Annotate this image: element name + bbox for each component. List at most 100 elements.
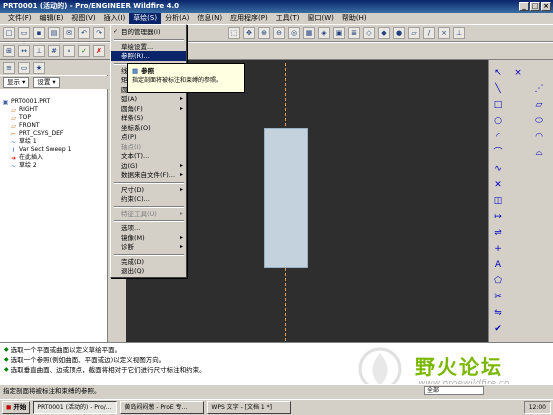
menu-help[interactable]: 帮助(H) bbox=[338, 13, 371, 24]
sketch-menu-item[interactable]: 边(G) ▸ bbox=[111, 161, 186, 171]
minimize-button[interactable]: _ bbox=[519, 2, 529, 11]
slanted-rect-icon[interactable]: ▱ bbox=[534, 100, 544, 110]
maximize-button[interactable]: □ bbox=[530, 2, 540, 11]
ellipse-icon[interactable]: ⬭ bbox=[534, 116, 544, 126]
arc-icon[interactable]: ◜ bbox=[493, 132, 503, 142]
sketch-menu-item[interactable]: 圆角(F) ▸ bbox=[111, 104, 186, 114]
sketch-menu-item[interactable]: 镜像(M) ▸ bbox=[111, 233, 186, 243]
tree-item[interactable]: ⌐ PRT_CSYS_DEF bbox=[2, 130, 106, 138]
save-icon[interactable]: ▪ bbox=[33, 27, 45, 39]
csys-toggle-icon[interactable]: ⊥ bbox=[453, 27, 465, 39]
sketch-menu-item[interactable]: ✓ 目的管理器(I) bbox=[111, 27, 186, 37]
star-icon[interactable]: ★ bbox=[33, 61, 45, 74]
dims-display-icon[interactable]: ↔ bbox=[18, 45, 30, 57]
tree-item[interactable]: ~ 草绘 1 bbox=[2, 138, 106, 146]
menu-view[interactable]: 视图(V) bbox=[67, 13, 99, 24]
new-file-icon[interactable]: □ bbox=[3, 27, 15, 39]
sketch-menu-item[interactable]: 坐标系(O) bbox=[111, 123, 186, 133]
mirror-icon[interactable]: ⇋ bbox=[493, 308, 503, 318]
spline-icon[interactable]: ∿ bbox=[493, 164, 503, 174]
sketch-menu-item[interactable]: 完成(D) bbox=[111, 257, 186, 267]
sketch-menu-item[interactable]: 样条(S) bbox=[111, 113, 186, 123]
rectangle-icon[interactable]: □ bbox=[493, 100, 503, 110]
redo-icon[interactable]: ↷ bbox=[93, 27, 105, 39]
cancel-x-icon[interactable]: ✗ bbox=[93, 45, 105, 57]
tree-item[interactable]: ▱ FRONT bbox=[2, 122, 106, 130]
constraint-icon[interactable]: + bbox=[493, 244, 503, 254]
pan-icon[interactable]: ✥ bbox=[243, 27, 255, 39]
select-arrow-icon[interactable]: ↖ bbox=[493, 68, 503, 78]
modify-icon[interactable]: ⇌ bbox=[493, 228, 503, 238]
use-edge-icon[interactable]: ◫ bbox=[493, 196, 503, 206]
start-button[interactable]: ◼ 开始 bbox=[2, 401, 31, 414]
sketch-menu-item[interactable]: 诊断 ▸ bbox=[111, 242, 186, 252]
repaint-icon[interactable]: ▦ bbox=[303, 27, 315, 39]
zoom-out-icon[interactable]: ⊖ bbox=[273, 27, 285, 39]
menu-applications[interactable]: 应用程序(P) bbox=[226, 13, 272, 24]
trim-icon[interactable]: ✂ bbox=[493, 292, 503, 302]
sketch-menu-item[interactable]: 点(P) bbox=[111, 132, 186, 142]
concentric-arc-icon[interactable]: ◠ bbox=[534, 132, 544, 142]
mail-icon[interactable]: ✉ bbox=[63, 27, 75, 39]
sketch-menu-item[interactable]: 尺寸(D) ▸ bbox=[111, 185, 186, 195]
menu-window[interactable]: 窗口(W) bbox=[304, 13, 338, 24]
taskbar-task[interactable]: PRT0001 (活动的) - Pro/... bbox=[33, 401, 118, 414]
tree-item[interactable]: ▱ RIGHT bbox=[2, 106, 106, 114]
sketch-menu-item[interactable]: 数据来自文件(F)... ▸ bbox=[111, 170, 186, 180]
taskbar-task[interactable]: WPS 文字 - [文档 1 *] bbox=[207, 401, 292, 414]
datum-axis-toggle-icon[interactable]: / bbox=[423, 27, 435, 39]
done-check-icon[interactable]: ✔ bbox=[493, 324, 503, 334]
close-button[interactable]: × bbox=[541, 2, 551, 11]
text-tool-icon[interactable]: A bbox=[493, 260, 503, 270]
centerline-icon[interactable]: ⋰ bbox=[534, 84, 544, 94]
folder-icon[interactable]: ▭ bbox=[18, 61, 30, 74]
csys-tool-icon[interactable]: ✕ bbox=[493, 180, 503, 190]
selection-filter[interactable]: 全部 bbox=[424, 386, 484, 395]
sketch-menu-item[interactable]: 参照(R)... bbox=[111, 51, 186, 61]
tree-item[interactable]: ➔ 在此插入 bbox=[2, 154, 106, 162]
dimension-icon[interactable]: ↦ bbox=[493, 212, 503, 222]
taskbar-task[interactable]: 黄岛闷闷葱 - ProE 专... bbox=[120, 401, 205, 414]
show-dropdown[interactable]: 显示 ▾ bbox=[3, 77, 30, 88]
datum-point-toggle-icon[interactable]: × bbox=[438, 27, 450, 39]
wireframe-icon[interactable]: ◇ bbox=[363, 27, 375, 39]
menu-analysis[interactable]: 分析(A) bbox=[161, 13, 193, 24]
tree-item[interactable]: ⌇ Var Sect Sweep 1 bbox=[2, 146, 106, 154]
tree-item[interactable]: ▣ PRT0001.PRT bbox=[2, 98, 106, 106]
point-icon[interactable]: × bbox=[513, 68, 523, 78]
sketch-menu-item[interactable]: 草绘设置... bbox=[111, 42, 186, 52]
datum-plane-toggle-icon[interactable]: ▱ bbox=[408, 27, 420, 39]
menu-insert[interactable]: 插入(I) bbox=[100, 13, 130, 24]
menu-sketch[interactable]: 草绘(S) bbox=[129, 13, 162, 24]
vertex-display-icon[interactable]: ∘ bbox=[63, 45, 75, 57]
shading-icon[interactable]: ● bbox=[393, 27, 405, 39]
menu-edit[interactable]: 编辑(E) bbox=[36, 13, 68, 24]
circle-icon[interactable]: ○ bbox=[493, 116, 503, 126]
line-icon[interactable]: ╲ bbox=[493, 84, 503, 94]
saved-views-icon[interactable]: ▣ bbox=[333, 27, 345, 39]
sketch-menu-item[interactable]: 选项... bbox=[111, 223, 186, 233]
elliptical-fillet-icon[interactable]: ⌓ bbox=[534, 148, 544, 158]
open-file-icon[interactable]: ▭ bbox=[18, 27, 30, 39]
select-box-icon[interactable]: ⬚ bbox=[228, 27, 240, 39]
hidden-line-icon[interactable]: ◆ bbox=[378, 27, 390, 39]
tree-item[interactable]: ~ 草绘 2 bbox=[2, 162, 106, 170]
grid-display-icon[interactable]: # bbox=[48, 45, 60, 57]
menu-tools[interactable]: 工具(T) bbox=[272, 13, 304, 24]
tree-icon[interactable]: ≡ bbox=[3, 61, 15, 74]
orient-icon[interactable]: ◈ bbox=[318, 27, 330, 39]
fillet-icon[interactable]: ⌒ bbox=[493, 148, 503, 158]
constraints-display-icon[interactable]: ⊥ bbox=[33, 45, 45, 57]
tree-item[interactable]: ▱ TOP bbox=[2, 114, 106, 122]
sketch-menu-item[interactable]: 文本(T)... bbox=[111, 151, 186, 161]
menu-file[interactable]: 文件(F) bbox=[4, 13, 36, 24]
print-icon[interactable]: ▤ bbox=[48, 27, 60, 39]
sketch-menu-item[interactable]: 约束(C)... bbox=[111, 194, 186, 204]
settings-dropdown[interactable]: 设置 ▾ bbox=[33, 77, 60, 88]
menu-info[interactable]: 信息(N) bbox=[193, 13, 226, 24]
sketch-menu-item[interactable]: 退出(Q) bbox=[111, 266, 186, 276]
sketch-view-icon[interactable]: ⊞ bbox=[3, 45, 15, 57]
refit-icon[interactable]: ◎ bbox=[288, 27, 300, 39]
sketch-menu-item[interactable]: 弧(A) ▸ bbox=[111, 94, 186, 104]
ok-check-icon[interactable]: ✓ bbox=[78, 45, 90, 57]
